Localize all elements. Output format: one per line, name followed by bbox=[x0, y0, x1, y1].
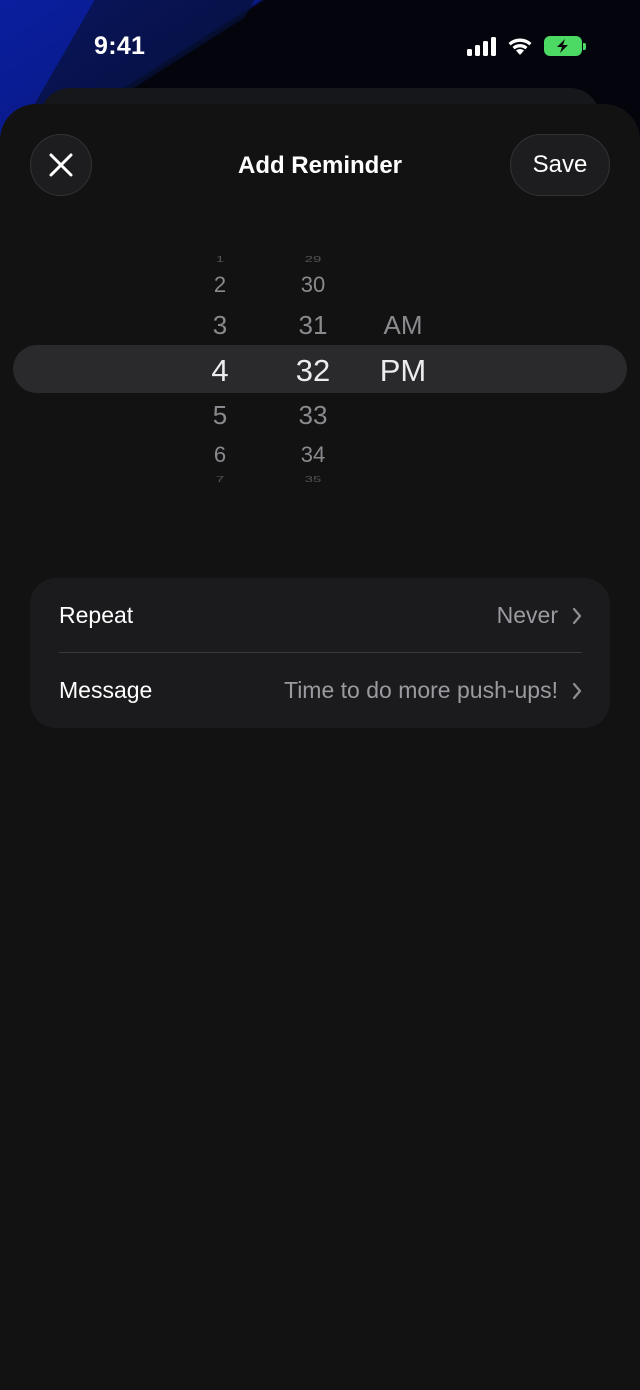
status-time: 9:41 bbox=[94, 32, 146, 60]
reminder-settings-card: Repeat Never Message Time to do more pus… bbox=[30, 578, 610, 728]
wifi-icon bbox=[508, 38, 532, 55]
chevron-right-icon bbox=[572, 607, 582, 624]
add-reminder-sheet: Add Reminder Save 1 2 3 4 5 6 7 29 30 31… bbox=[0, 104, 640, 1390]
message-label: Message bbox=[59, 677, 153, 703]
cellular-signal-icon bbox=[467, 36, 496, 56]
minute-option-selected[interactable]: 32 bbox=[268, 355, 358, 386]
period-option-selected[interactable]: PM bbox=[358, 355, 448, 386]
minute-option[interactable]: 29 bbox=[268, 255, 358, 263]
hour-option[interactable]: 1 bbox=[175, 255, 265, 263]
minute-option[interactable]: 35 bbox=[268, 475, 358, 483]
period-wheel[interactable]: AM PM bbox=[358, 234, 448, 504]
minute-option[interactable]: 30 bbox=[268, 274, 358, 296]
minute-wheel[interactable]: 29 30 31 32 33 34 35 bbox=[268, 234, 358, 504]
hour-option[interactable]: 2 bbox=[175, 274, 265, 296]
chevron-right-icon bbox=[572, 682, 582, 699]
save-button[interactable]: Save bbox=[510, 134, 610, 196]
battery-charging-icon bbox=[544, 36, 586, 56]
hour-wheel[interactable]: 1 2 3 4 5 6 7 bbox=[175, 234, 265, 504]
phone-screen: 9:41 Add Reminder Save 1 2 3 4 5 6 7 29 … bbox=[0, 0, 640, 1390]
message-value-group: Time to do more push-ups! bbox=[284, 677, 582, 704]
repeat-value: Never bbox=[496, 602, 558, 628]
period-option-am[interactable]: AM bbox=[358, 312, 448, 338]
repeat-label: Repeat bbox=[59, 602, 134, 628]
message-value: Time to do more push-ups! bbox=[284, 677, 558, 703]
status-icons bbox=[467, 36, 586, 56]
repeat-value-group: Never bbox=[497, 602, 582, 629]
hour-option[interactable]: 6 bbox=[175, 444, 265, 466]
repeat-row[interactable]: Repeat Never bbox=[30, 578, 610, 653]
hour-option[interactable]: 5 bbox=[175, 402, 265, 428]
status-bar: 9:41 bbox=[0, 0, 640, 96]
hour-option[interactable]: 3 bbox=[175, 312, 265, 338]
minute-option[interactable]: 33 bbox=[268, 402, 358, 428]
hour-option[interactable]: 7 bbox=[175, 475, 265, 483]
hour-option-selected[interactable]: 4 bbox=[175, 355, 265, 386]
minute-option[interactable]: 34 bbox=[268, 444, 358, 466]
message-row[interactable]: Message Time to do more push-ups! bbox=[30, 653, 610, 728]
minute-option[interactable]: 31 bbox=[268, 312, 358, 338]
